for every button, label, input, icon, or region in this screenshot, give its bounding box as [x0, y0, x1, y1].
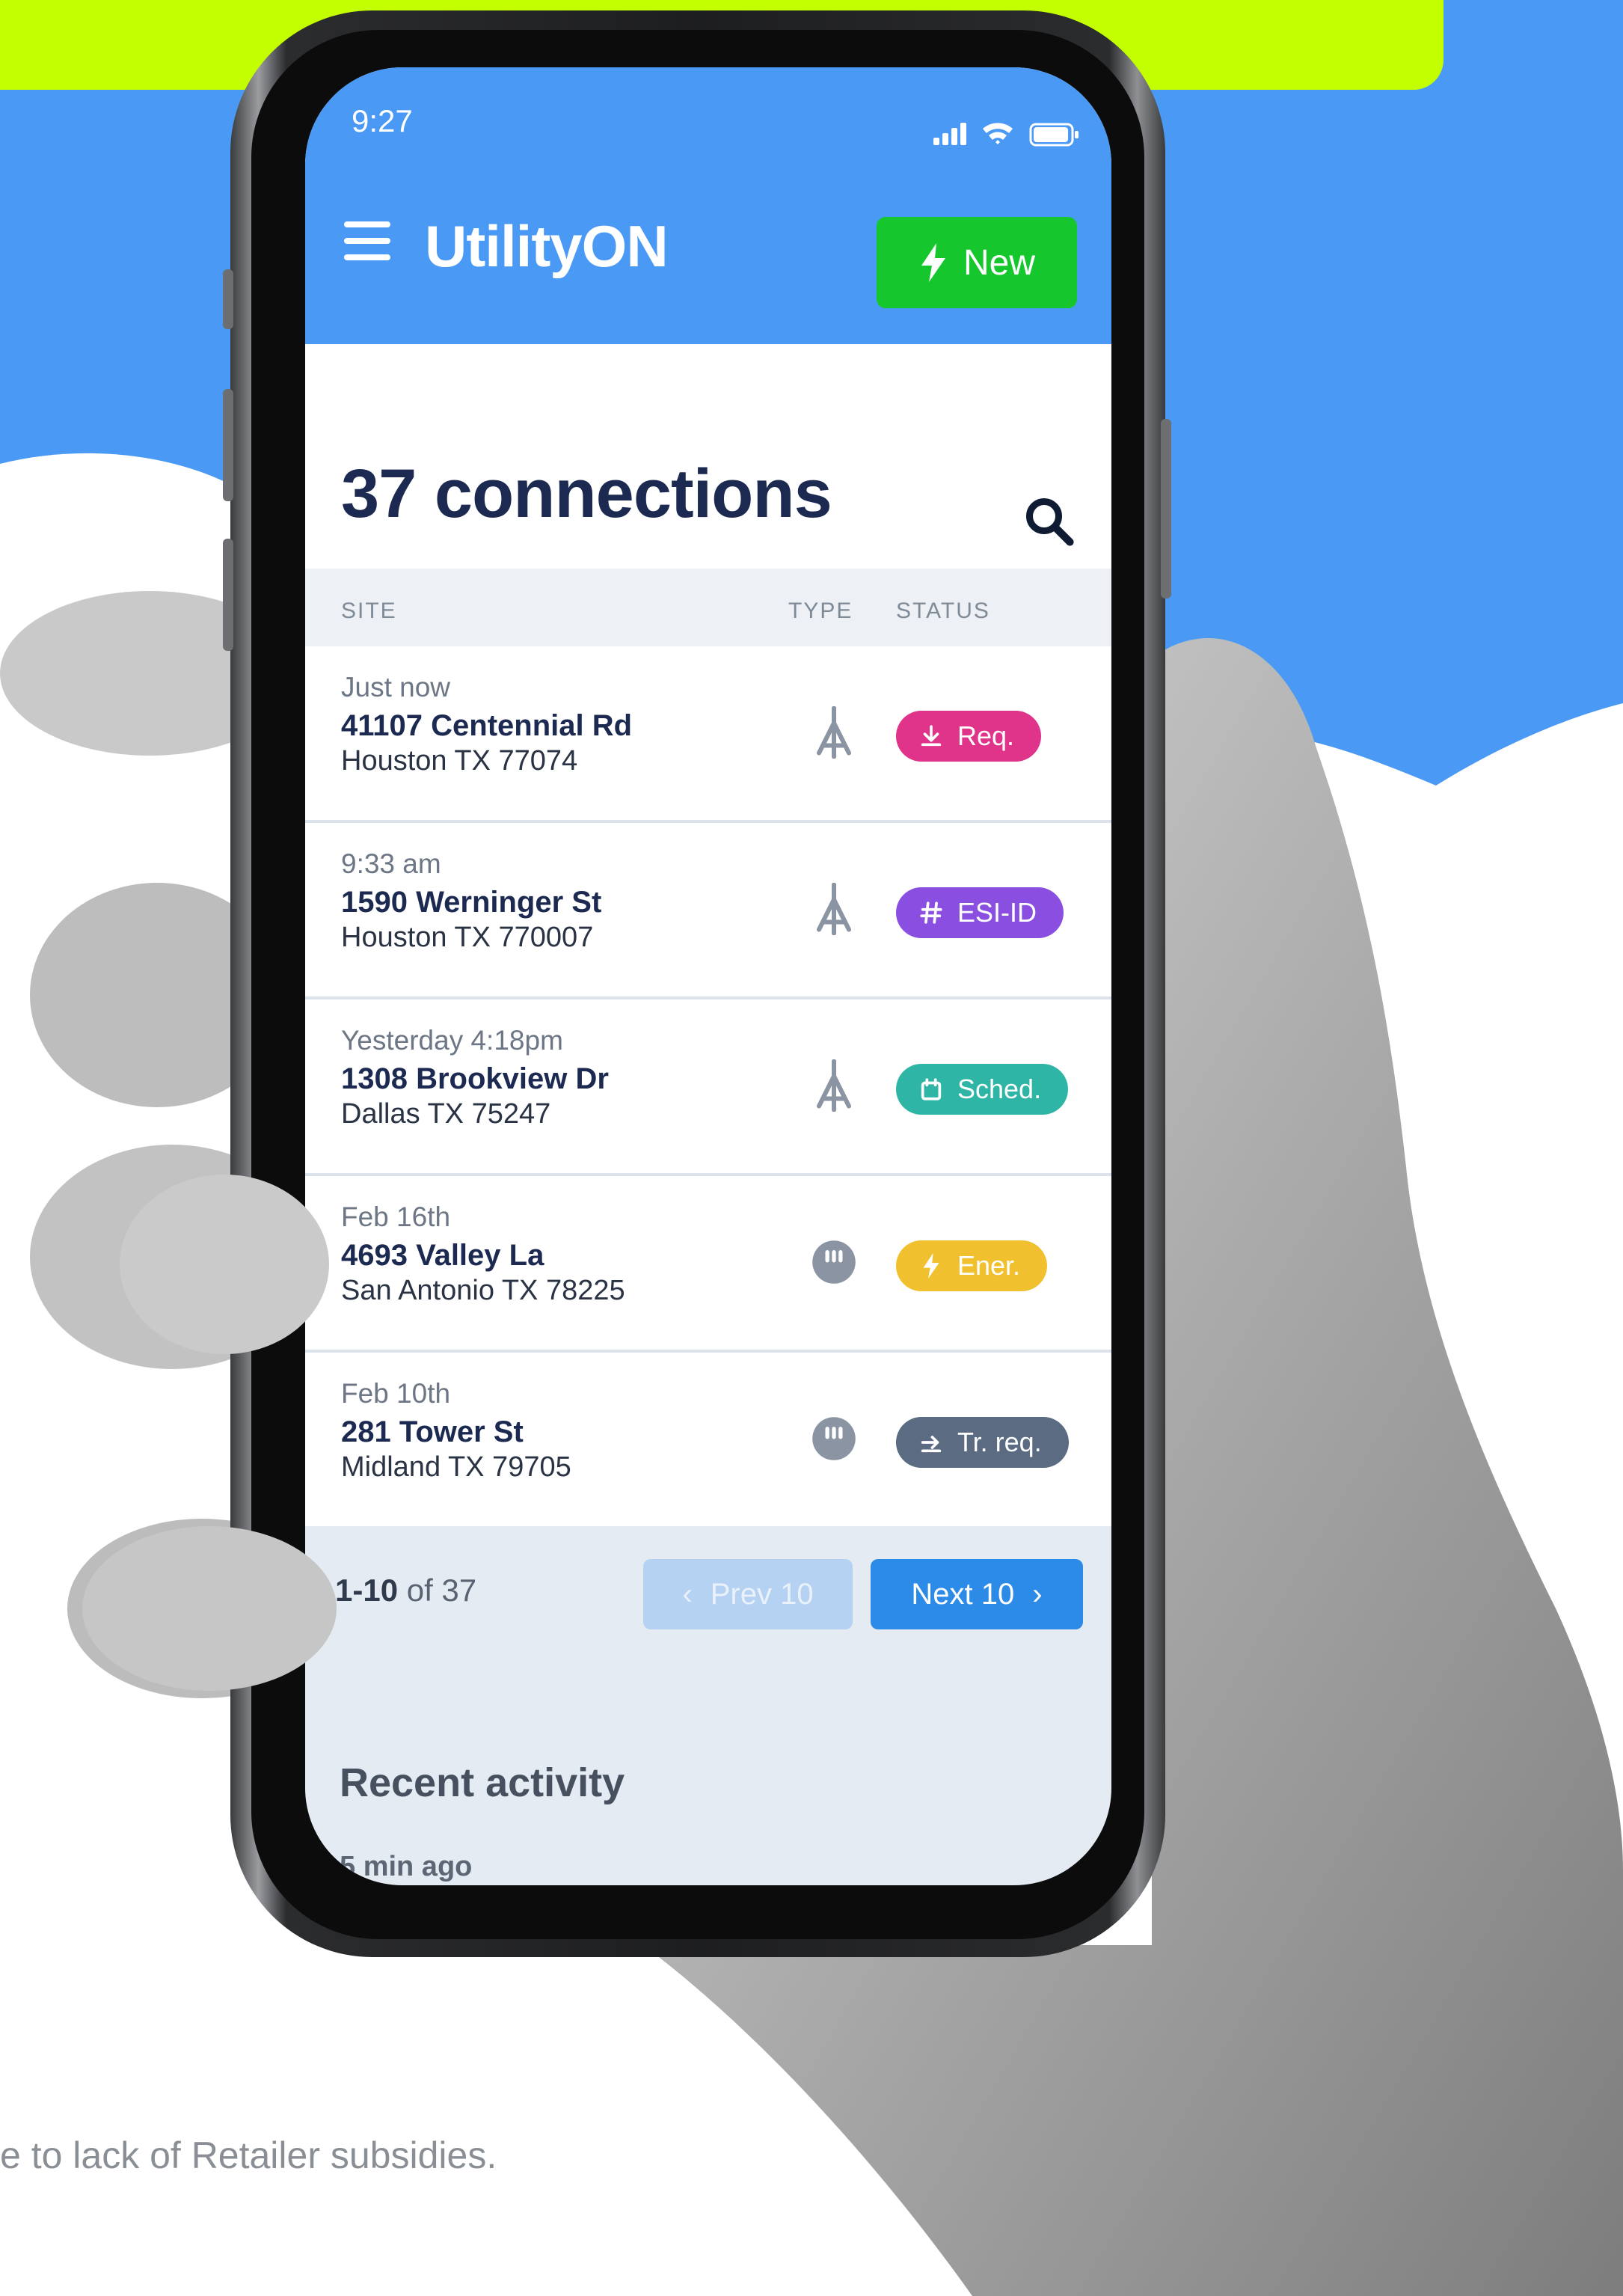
- pagination: 1-10 of 37 ‹ Prev 10 Next 10 ›: [305, 1526, 1111, 1661]
- meter-icon: [812, 1240, 856, 1284]
- status-label: Tr. req.: [957, 1427, 1042, 1457]
- app-logo: UtilityON: [425, 213, 669, 279]
- status-icons: [933, 123, 1079, 147]
- row-address: 41107 Centennial Rd: [341, 709, 633, 742]
- meter-icon: [812, 1417, 856, 1460]
- recent-activity-time: 5 min ago: [340, 1851, 473, 1882]
- status-badge-sched[interactable]: Sched.: [896, 1064, 1069, 1115]
- electric-pole-icon: [817, 1059, 851, 1112]
- status-label: Req.: [957, 720, 1015, 751]
- silent-switch: [223, 269, 233, 329]
- status-badge-esi-id[interactable]: ESI-ID: [896, 887, 1064, 938]
- volume-down-button: [223, 539, 233, 651]
- recent-activity-title: Recent activity: [340, 1760, 625, 1805]
- table-row[interactable]: 9:33 am 1590 Werninger St Houston TX 770…: [305, 823, 1111, 999]
- table-row[interactable]: Just now 41107 Centennial Rd Houston TX …: [305, 646, 1111, 823]
- row-address: 4693 Valley La: [341, 1239, 544, 1272]
- new-connection-button[interactable]: New: [877, 217, 1077, 308]
- row-time: Feb 10th: [341, 1378, 451, 1409]
- power-button: [1161, 419, 1171, 599]
- status-badge-req[interactable]: Req.: [896, 711, 1042, 762]
- column-header-site[interactable]: SITE: [341, 599, 397, 624]
- row-time: 9:33 am: [341, 848, 441, 879]
- range-total: of 37: [406, 1573, 477, 1608]
- status-label: Sched.: [957, 1074, 1042, 1104]
- new-button-label: New: [963, 242, 1036, 283]
- prev-page-button[interactable]: ‹ Prev 10: [643, 1559, 853, 1629]
- bolt-icon: [923, 1253, 939, 1279]
- chevron-left-icon: ‹: [682, 1577, 693, 1611]
- row-city: Midland TX 79705: [341, 1451, 571, 1483]
- app-header: 9:27 UtilityON New: [305, 67, 1111, 344]
- column-header-type[interactable]: TYPE: [788, 599, 853, 624]
- pagination-range: 1-10 of 37: [335, 1573, 476, 1608]
- table-row[interactable]: Feb 16th 4693 Valley La San Antonio TX 7…: [305, 1176, 1111, 1353]
- status-label: ESI-ID: [957, 897, 1037, 928]
- electric-pole-icon: [817, 706, 851, 759]
- transfer-icon: [921, 1436, 942, 1453]
- range-value: 1-10: [335, 1573, 399, 1608]
- status-badge-tr-req[interactable]: Tr. req.: [896, 1417, 1069, 1468]
- table-header: SITE TYPE STATUS: [305, 569, 1111, 646]
- row-city: Houston TX 770007: [341, 922, 594, 953]
- electric-pole-icon: [817, 883, 851, 935]
- search-icon[interactable]: [1022, 494, 1076, 548]
- page-title: 37 connections: [341, 456, 832, 532]
- row-city: Dallas TX 75247: [341, 1098, 551, 1130]
- table-row[interactable]: Feb 10th 281 Tower St Midland TX 79705 T…: [305, 1353, 1111, 1529]
- download-icon: [921, 725, 942, 747]
- next-page-button[interactable]: Next 10 ›: [871, 1559, 1083, 1629]
- row-address: 281 Tower St: [341, 1415, 524, 1448]
- row-city: San Antonio TX 78225: [341, 1275, 625, 1306]
- table-row[interactable]: Yesterday 4:18pm 1308 Brookview Dr Dalla…: [305, 999, 1111, 1176]
- prev-button-label: Prev 10: [710, 1577, 814, 1611]
- phone-screen: 9:27 UtilityON New 37 connections SITE T…: [305, 67, 1111, 1885]
- volume-up-button: [223, 389, 233, 501]
- row-time: Yesterday 4:18pm: [341, 1025, 563, 1056]
- footnote-text: e to lack of Retailer subsidies.: [0, 2134, 497, 2176]
- row-city: Houston TX 77074: [341, 745, 578, 777]
- bolt-icon: [921, 243, 945, 282]
- row-address: 1308 Brookview Dr: [341, 1062, 609, 1095]
- row-address: 1590 Werninger St: [341, 886, 602, 919]
- status-time: 9:27: [352, 103, 413, 138]
- hash-icon: [920, 901, 942, 924]
- calendar-icon: [921, 1078, 942, 1100]
- chevron-right-icon: ›: [1032, 1577, 1043, 1611]
- hamburger-menu-icon[interactable]: [344, 221, 390, 260]
- title-block: 37 connections: [305, 344, 1111, 569]
- status-label: Ener.: [957, 1250, 1021, 1281]
- column-header-status[interactable]: STATUS: [896, 599, 990, 624]
- row-time: Feb 16th: [341, 1201, 451, 1232]
- status-badge-ener[interactable]: Ener.: [896, 1240, 1048, 1291]
- row-time: Just now: [341, 672, 451, 702]
- next-button-label: Next 10: [911, 1577, 1015, 1611]
